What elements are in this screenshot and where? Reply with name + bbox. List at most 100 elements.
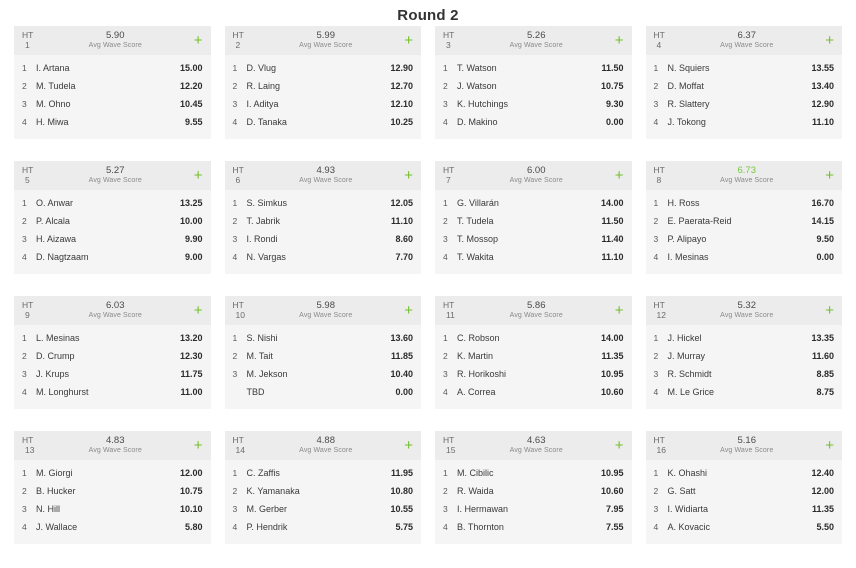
athlete-row[interactable]: 1 H. Ross 16.70 xyxy=(646,194,843,212)
plus-icon[interactable]: + xyxy=(187,165,203,184)
athlete-row[interactable]: 2 P. Alcala 10.00 xyxy=(14,212,211,230)
athlete-score: 10.95 xyxy=(600,468,624,478)
athlete-row[interactable]: 3 M. Ohno 10.45 xyxy=(14,95,211,113)
heat-avg-wave-score: 4.88 xyxy=(316,435,336,446)
athlete-seed: 2 xyxy=(232,351,238,361)
athlete-row[interactable]: 4 N. Vargas 7.70 xyxy=(225,248,422,266)
plus-icon[interactable]: + xyxy=(818,435,834,454)
athlete-row[interactable]: 1 J. Hickel 13.35 xyxy=(646,329,843,347)
athlete-row[interactable]: 1 S. Nishi 13.60 xyxy=(225,329,422,347)
athlete-row[interactable]: 4 T. Wakita 11.10 xyxy=(435,248,632,266)
athlete-row[interactable]: 2 D. Crump 12.30 xyxy=(14,347,211,365)
athlete-row[interactable]: 4 J. Tokong 11.10 xyxy=(646,113,843,131)
athlete-row[interactable]: 4 J. Wallace 5.80 xyxy=(14,518,211,536)
plus-icon[interactable]: + xyxy=(608,300,624,319)
athlete-name: T. Watson xyxy=(457,63,497,73)
athlete-row[interactable]: 4 M. Le Grice 8.75 xyxy=(646,383,843,401)
athlete-score: 11.50 xyxy=(601,216,624,226)
athlete-row[interactable]: 1 T. Watson 11.50 xyxy=(435,59,632,77)
athlete-row[interactable]: 4 A. Correa 10.60 xyxy=(435,383,632,401)
athlete-row[interactable]: 3 H. Aizawa 9.90 xyxy=(14,230,211,248)
athlete-row[interactable]: 1 M. Giorgi 12.00 xyxy=(14,464,211,482)
athlete-row[interactable]: 4 D. Nagtzaam 9.00 xyxy=(14,248,211,266)
athlete-row[interactable]: 2 J. Murray 11.60 xyxy=(646,347,843,365)
athlete-name: M. Giorgi xyxy=(36,468,73,478)
heat-athlete-list: 1 M. Giorgi 12.00 2 B. Hucker 10.75 3 N. Hill 10… xyxy=(14,460,211,544)
plus-icon[interactable]: + xyxy=(818,300,834,319)
athlete-score: 15.00 xyxy=(179,63,203,73)
athlete-row[interactable]: 4 D. Tanaka 10.25 xyxy=(225,113,422,131)
athlete-row[interactable]: 3 N. Hill 10.10 xyxy=(14,500,211,518)
plus-icon[interactable]: + xyxy=(608,165,624,184)
athlete-row[interactable]: 4 P. Hendrik 5.75 xyxy=(225,518,422,536)
athlete-row[interactable]: 1 K. Ohashi 12.40 xyxy=(646,464,843,482)
athlete-score: 13.40 xyxy=(811,81,834,91)
athlete-row[interactable]: 2 T. Jabrik 11.10 xyxy=(225,212,422,230)
athlete-row[interactable]: 1 C. Robson 14.00 xyxy=(435,329,632,347)
athlete-row[interactable]: 2 J. Watson 10.75 xyxy=(435,77,632,95)
athlete-row[interactable]: 2 D. Moffat 13.40 xyxy=(646,77,843,95)
heat-athlete-list: 1 D. Vlug 12.90 2 R. Laing 12.70 3 I. Aditya 12.… xyxy=(225,55,422,139)
plus-icon[interactable]: + xyxy=(608,30,624,49)
athlete-row[interactable]: 2 K. Martin 11.35 xyxy=(435,347,632,365)
athlete-row[interactable]: 1 D. Vlug 12.90 xyxy=(225,59,422,77)
athlete-row[interactable]: 2 R. Waida 10.60 xyxy=(435,482,632,500)
athlete-row[interactable]: 3 I. Widiarta 11.35 xyxy=(646,500,843,518)
plus-icon[interactable]: + xyxy=(397,435,413,454)
athlete-row[interactable]: 2 T. Tudela 11.50 xyxy=(435,212,632,230)
plus-icon[interactable]: + xyxy=(187,30,203,49)
plus-icon[interactable]: + xyxy=(397,165,413,184)
athlete-row[interactable]: 2 R. Laing 12.70 xyxy=(225,77,422,95)
athlete-row[interactable]: 3 M. Gerber 10.55 xyxy=(225,500,422,518)
plus-icon[interactable]: + xyxy=(818,30,834,49)
athlete-row[interactable]: 2 M. Tait 11.85 xyxy=(225,347,422,365)
athlete-score: 8.75 xyxy=(816,387,834,397)
athlete-row[interactable]: 1 G. Villarán 14.00 xyxy=(435,194,632,212)
athlete-row[interactable]: 4 A. Kovacic 5.50 xyxy=(646,518,843,536)
plus-icon[interactable]: + xyxy=(397,30,413,49)
athlete-row[interactable]: 2 M. Tudela 12.20 xyxy=(14,77,211,95)
athlete-seed: 2 xyxy=(443,216,448,226)
athlete-row[interactable]: TBD 0.00 xyxy=(225,383,422,401)
athlete-row[interactable]: 2 K. Yamanaka 10.80 xyxy=(225,482,422,500)
athlete-row[interactable]: 4 M. Longhurst 11.00 xyxy=(14,383,211,401)
plus-icon[interactable]: + xyxy=(187,300,203,319)
athlete-row[interactable]: 3 R. Slattery 12.90 xyxy=(646,95,843,113)
athlete-row[interactable]: 3 I. Aditya 12.10 xyxy=(225,95,422,113)
plus-icon[interactable]: + xyxy=(397,300,413,319)
athlete-row[interactable]: 2 B. Hucker 10.75 xyxy=(14,482,211,500)
athlete-score: 13.25 xyxy=(179,198,203,208)
athlete-row[interactable]: 3 I. Hermawan 7.95 xyxy=(435,500,632,518)
athlete-row[interactable]: 3 I. Rondi 8.60 xyxy=(225,230,422,248)
athlete-row[interactable]: 1 O. Anwar 13.25 xyxy=(14,194,211,212)
athlete-name: K. Ohashi xyxy=(667,468,708,478)
athlete-seed: 4 xyxy=(653,252,659,262)
athlete-row[interactable]: 1 N. Squiers 13.55 xyxy=(646,59,843,77)
athlete-score: 16.70 xyxy=(811,198,834,208)
athlete-row[interactable]: 3 K. Hutchings 9.30 xyxy=(435,95,632,113)
athlete-row[interactable]: 3 T. Mossop 11.40 xyxy=(435,230,632,248)
athlete-row[interactable]: 3 R. Horikoshi 10.95 xyxy=(435,365,632,383)
athlete-row[interactable]: 1 L. Mesinas 13.20 xyxy=(14,329,211,347)
athlete-score: 11.50 xyxy=(601,63,624,73)
plus-icon[interactable]: + xyxy=(187,435,203,454)
athlete-score: 9.90 xyxy=(184,234,203,244)
plus-icon[interactable]: + xyxy=(818,165,834,184)
athlete-row[interactable]: 2 E. Paerata-Reid 14.15 xyxy=(646,212,843,230)
athlete-row[interactable]: 1 S. Simkus 12.05 xyxy=(225,194,422,212)
athlete-row[interactable]: 3 J. Krups 11.75 xyxy=(14,365,211,383)
plus-icon[interactable]: + xyxy=(608,435,624,454)
athlete-row[interactable]: 3 M. Jekson 10.40 xyxy=(225,365,422,383)
athlete-row[interactable]: 4 D. Makino 0.00 xyxy=(435,113,632,131)
athlete-row[interactable]: 2 G. Satt 12.00 xyxy=(646,482,843,500)
athlete-row[interactable]: 4 B. Thornton 7.55 xyxy=(435,518,632,536)
athlete-seed: 4 xyxy=(22,117,27,127)
athlete-row[interactable]: 1 M. Cibilic 10.95 xyxy=(435,464,632,482)
athlete-row[interactable]: 1 I. Artana 15.00 xyxy=(14,59,211,77)
athlete-row[interactable]: 3 P. Alipayo 9.50 xyxy=(646,230,843,248)
athlete-row[interactable]: 4 H. Miwa 9.55 xyxy=(14,113,211,131)
athlete-row[interactable]: 4 I. Mesinas 0.00 xyxy=(646,248,843,266)
athlete-row[interactable]: 1 C. Zaffis 11.95 xyxy=(225,464,422,482)
heat-athlete-list: 1 K. Ohashi 12.40 2 G. Satt 12.00 3 I. Widiarta… xyxy=(646,460,843,544)
athlete-row[interactable]: 3 R. Schmidt 8.85 xyxy=(646,365,843,383)
